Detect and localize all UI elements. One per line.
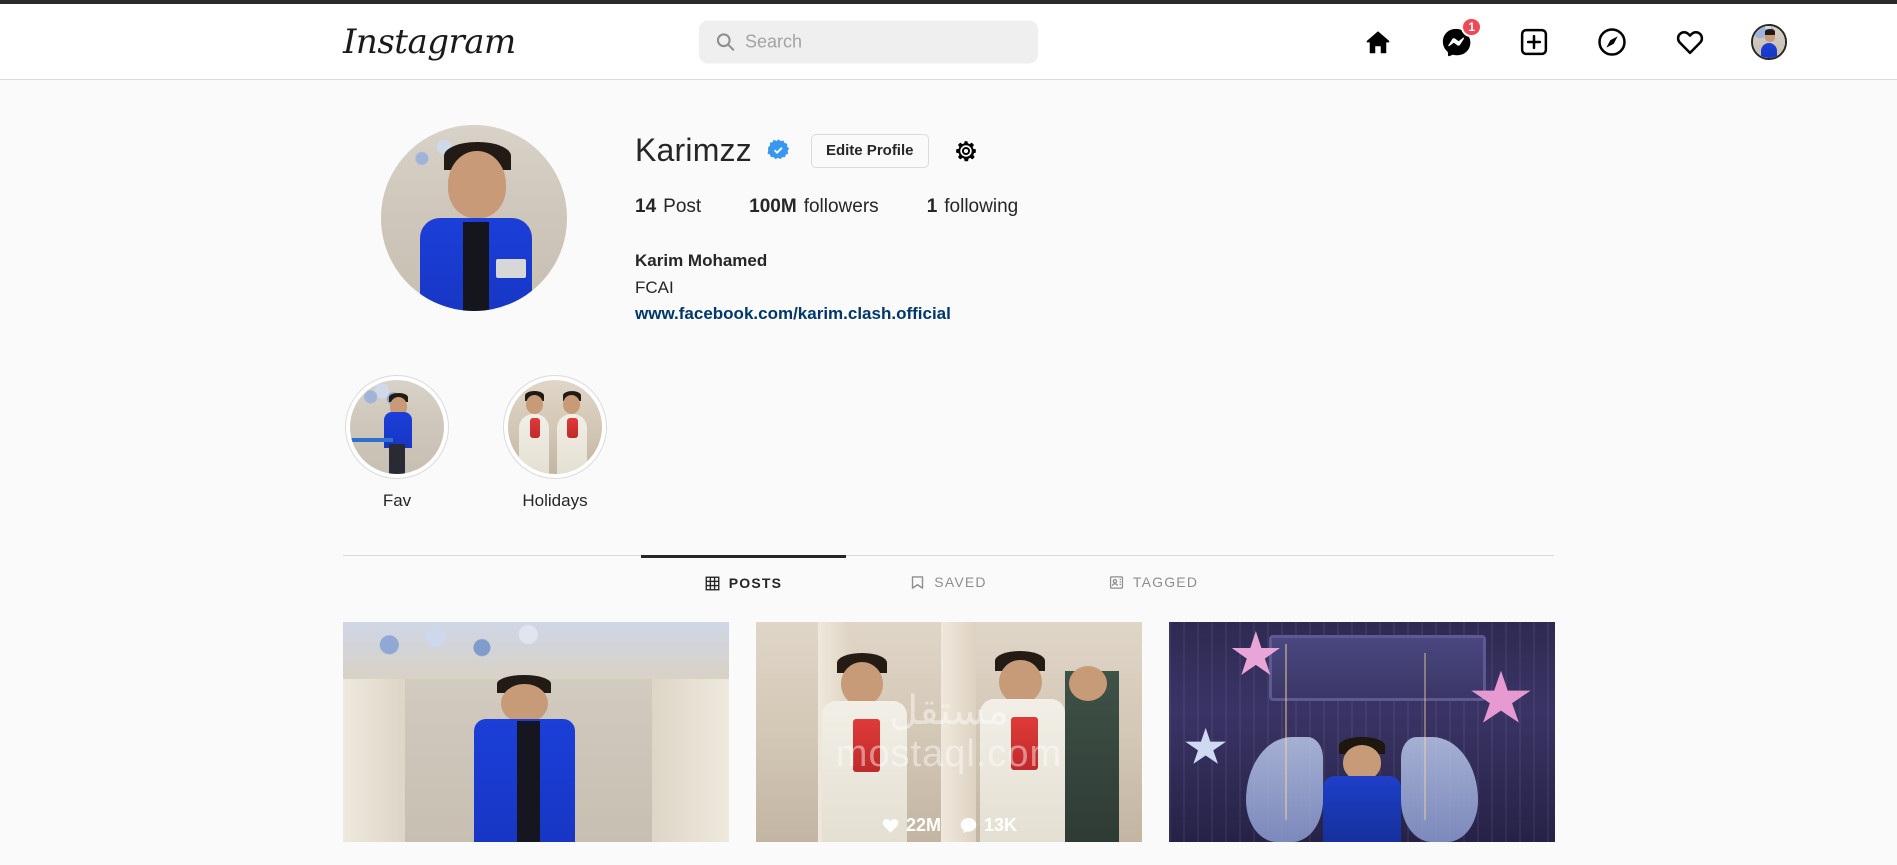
stat-posts-value: 14 (635, 196, 657, 218)
post-thumbnail-2[interactable]: مستقل mostaql.com 22M 13K (756, 622, 1142, 843)
tab-posts-label: POSTS (728, 575, 783, 592)
highlight-cover (508, 380, 602, 475)
profile-tabs: POSTS SAVED TAGGED (343, 555, 1554, 605)
highlight-label: Fav (382, 491, 412, 511)
explore-compass-icon[interactable] (1595, 25, 1629, 59)
story-highlights: Fav Holidays (0, 327, 1897, 511)
avatar-photo (1753, 25, 1785, 58)
stat-followers-label: followers (803, 196, 879, 218)
tab-tagged[interactable]: TAGGED (1051, 555, 1256, 605)
highlight-cover (350, 380, 444, 475)
stat-following-value: 1 (926, 196, 938, 218)
gear-icon[interactable] (953, 138, 979, 164)
verified-badge-icon (766, 138, 791, 163)
grid-icon (705, 576, 720, 591)
highlight-fav[interactable]: Fav (345, 375, 449, 511)
profile-info-column: Karimzz Edite Profile 14 Post 100M follo… (635, 125, 1897, 327)
heart-activity-icon[interactable] (1673, 25, 1707, 59)
username-row: Karimzz Edite Profile (635, 132, 1897, 168)
messenger-badge: 1 (1461, 16, 1482, 37)
instagram-logo[interactable]: Instagram (343, 25, 516, 59)
tagged-icon (1109, 575, 1124, 590)
post-image (756, 622, 1142, 843)
page-title: Karimzz (635, 132, 752, 168)
highlight-holidays[interactable]: Holidays (503, 375, 607, 511)
app-header: Instagram 1 (0, 4, 1897, 80)
search-input[interactable] (745, 31, 1022, 52)
stat-following-label: following (944, 196, 1019, 218)
tab-saved-label: SAVED (934, 574, 987, 591)
post-thumbnail-1[interactable] (343, 622, 729, 843)
profile-picture-column (343, 125, 635, 327)
bookmark-icon (910, 575, 925, 590)
post-thumbnail-3[interactable] (1169, 622, 1555, 843)
tab-posts[interactable]: POSTS (641, 555, 846, 605)
bio-block: Karim Mohamed FCAI www.facebook.com/kari… (635, 248, 1897, 327)
stats-row: 14 Post 100M followers 1 following (635, 196, 1897, 218)
tab-saved[interactable]: SAVED (846, 555, 1051, 605)
tab-tagged-label: TAGGED (1132, 574, 1199, 591)
profile-picture[interactable] (381, 125, 567, 311)
post-image (343, 622, 729, 843)
stat-followers-value: 100M (749, 196, 797, 218)
post-grid: مستقل mostaql.com 22M 13K (0, 605, 1897, 843)
highlight-label: Holidays (522, 491, 588, 511)
nav-icon-group: 1 (1361, 16, 1787, 60)
stat-followers[interactable]: 100M followers (749, 196, 879, 218)
edit-profile-button[interactable]: Edite Profile (810, 133, 929, 168)
profile-page: Karimzz Edite Profile 14 Post 100M follo… (0, 80, 1897, 865)
profile-avatar[interactable] (1751, 23, 1787, 60)
stat-following[interactable]: 1 following (927, 196, 1019, 218)
post-image (1169, 622, 1555, 843)
highlight-ring (503, 375, 607, 480)
highlight-ring (345, 375, 449, 480)
home-icon[interactable] (1361, 25, 1395, 59)
messenger-icon[interactable]: 1 (1439, 16, 1482, 59)
new-post-icon[interactable] (1517, 25, 1551, 59)
bio-link[interactable]: www.facebook.com/karim.clash.official (635, 301, 1897, 327)
stat-posts-label: Post (663, 196, 702, 218)
stat-posts[interactable]: 14 Post (635, 196, 701, 218)
search-bar[interactable] (699, 20, 1038, 63)
search-icon (715, 32, 735, 52)
bio-description: FCAI (635, 277, 674, 297)
profile-picture-photo (381, 125, 567, 311)
profile-header-section: Karimzz Edite Profile 14 Post 100M follo… (0, 80, 1897, 327)
bio-full-name: Karim Mohamed (635, 251, 768, 271)
